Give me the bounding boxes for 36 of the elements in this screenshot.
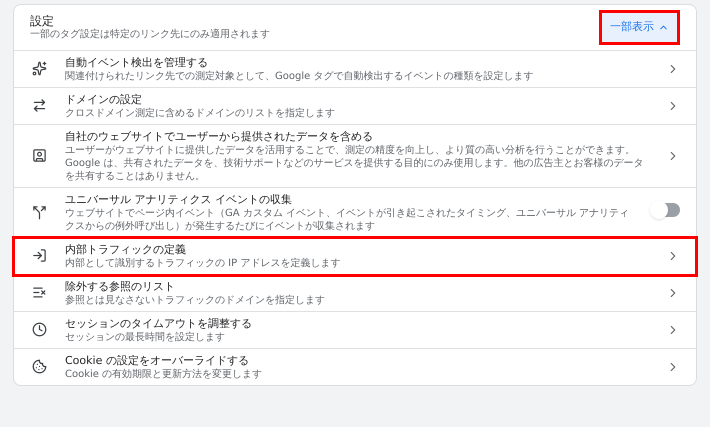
settings-row[interactable]: セッションのタイムアウトを調整する セッションの最長時間を設定します (14, 312, 696, 348)
row-description: クロスドメイン測定に含めるドメインのリストを指定します (65, 106, 336, 120)
arrows-icon (32, 98, 47, 113)
show-less-button[interactable]: 一部表示 (599, 10, 680, 44)
settings-row[interactable]: 自社のウェブサイトでユーザーから提供されたデータを含める ユーザーがウェブサイトに提供したデータを活用することで、測定の精度を向上し、より質の高い分析を行うことができます。Google は、共有されたデータを、技術サポートなどのサービスを提供する目的にのみ使用します。他の広告主とお客様のデータを共有することはありません。 (14, 124, 696, 188)
section-title: 設定 (30, 14, 55, 28)
contact-card-icon (32, 148, 47, 163)
enter-icon (32, 248, 47, 263)
row-title: Cookie の設定をオーバーライドする (65, 352, 250, 368)
sparkle-icon (32, 61, 47, 76)
row-description: ユーザーがウェブサイトに提供したデータを活用することで、測定の精度を向上し、より質の高い分析を行うことができます。Google は、共有されたデータを、技術サポートなどのサービスを提供する目的にのみ使用します。他の広告主とお客様のデータを共有することはありません。 (65, 144, 644, 182)
row-description: 内部として識別するトラフィックの IP アドレスを定義します (65, 256, 342, 270)
toggle-switch[interactable] (652, 203, 680, 217)
row-description: 参照とは見なさないトラフィックのドメインを指定します (65, 294, 326, 306)
row-description: セッションの最長時間を設定します (65, 330, 226, 344)
row-title: 除外する参照のリスト (65, 278, 176, 294)
row-title: 自社のウェブサイトでユーザーから提供されたデータを含める (65, 128, 374, 144)
settings-row[interactable]: ドメインの設定 クロスドメイン測定に含めるドメインのリストを指定します (14, 88, 696, 124)
settings-row[interactable]: Cookie の設定をオーバーライドする Cookie の有効期限と更新方法を変更します (14, 348, 696, 384)
section-subtitle: 一部のタグ設定は特定のリンク先にのみ適用されます (30, 28, 270, 41)
list-x-icon (32, 285, 47, 300)
clock-icon (32, 322, 47, 337)
row-title: ドメインの設定 (65, 92, 143, 106)
cookie-icon (32, 359, 47, 374)
row-title: 自動イベント検出を管理する (65, 54, 209, 70)
settings-row[interactable]: ユニバーサル アナリティクス イベントの収集 ウェブサイトでページ内イベント（GA カスタム イベント、イベントが引き起こされたタイミング、ユニバーサル アナリティクスからの例外呼び出し）が発生するたびにイベントが収集されます (14, 188, 696, 238)
row-description: Cookie の有効期限と更新方法を変更します (65, 368, 264, 380)
settings-row[interactable]: 内部トラフィックの定義 内部として識別するトラフィックの IP アドレスを定義します (14, 238, 696, 274)
row-title: 内部トラフィックの定義 (65, 242, 187, 256)
fork-icon (32, 204, 47, 220)
row-description: 関連付けられたリンク先での測定対象として、Google タグで自動検出するイベントの種類を設定します (65, 70, 534, 82)
row-title: セッションのタイムアウトを調整する (65, 316, 253, 330)
row-description: ウェブサイトでページ内イベント（GA カスタム イベント、イベントが引き起こされたタイミング、ユニバーサル アナリティクスからの例外呼び出し）が発生するたびにイベントが収集されます (65, 206, 630, 232)
row-title: ユニバーサル アナリティクス イベントの収集 (65, 192, 293, 206)
settings-row[interactable]: 除外する参照のリスト 参照とは見なさないトラフィックのドメインを指定します (14, 274, 696, 312)
settings-row[interactable]: 自動イベント検出を管理する 関連付けられたリンク先での測定対象として、Google タグで自動検出するイベントの種類を設定します (14, 50, 696, 88)
